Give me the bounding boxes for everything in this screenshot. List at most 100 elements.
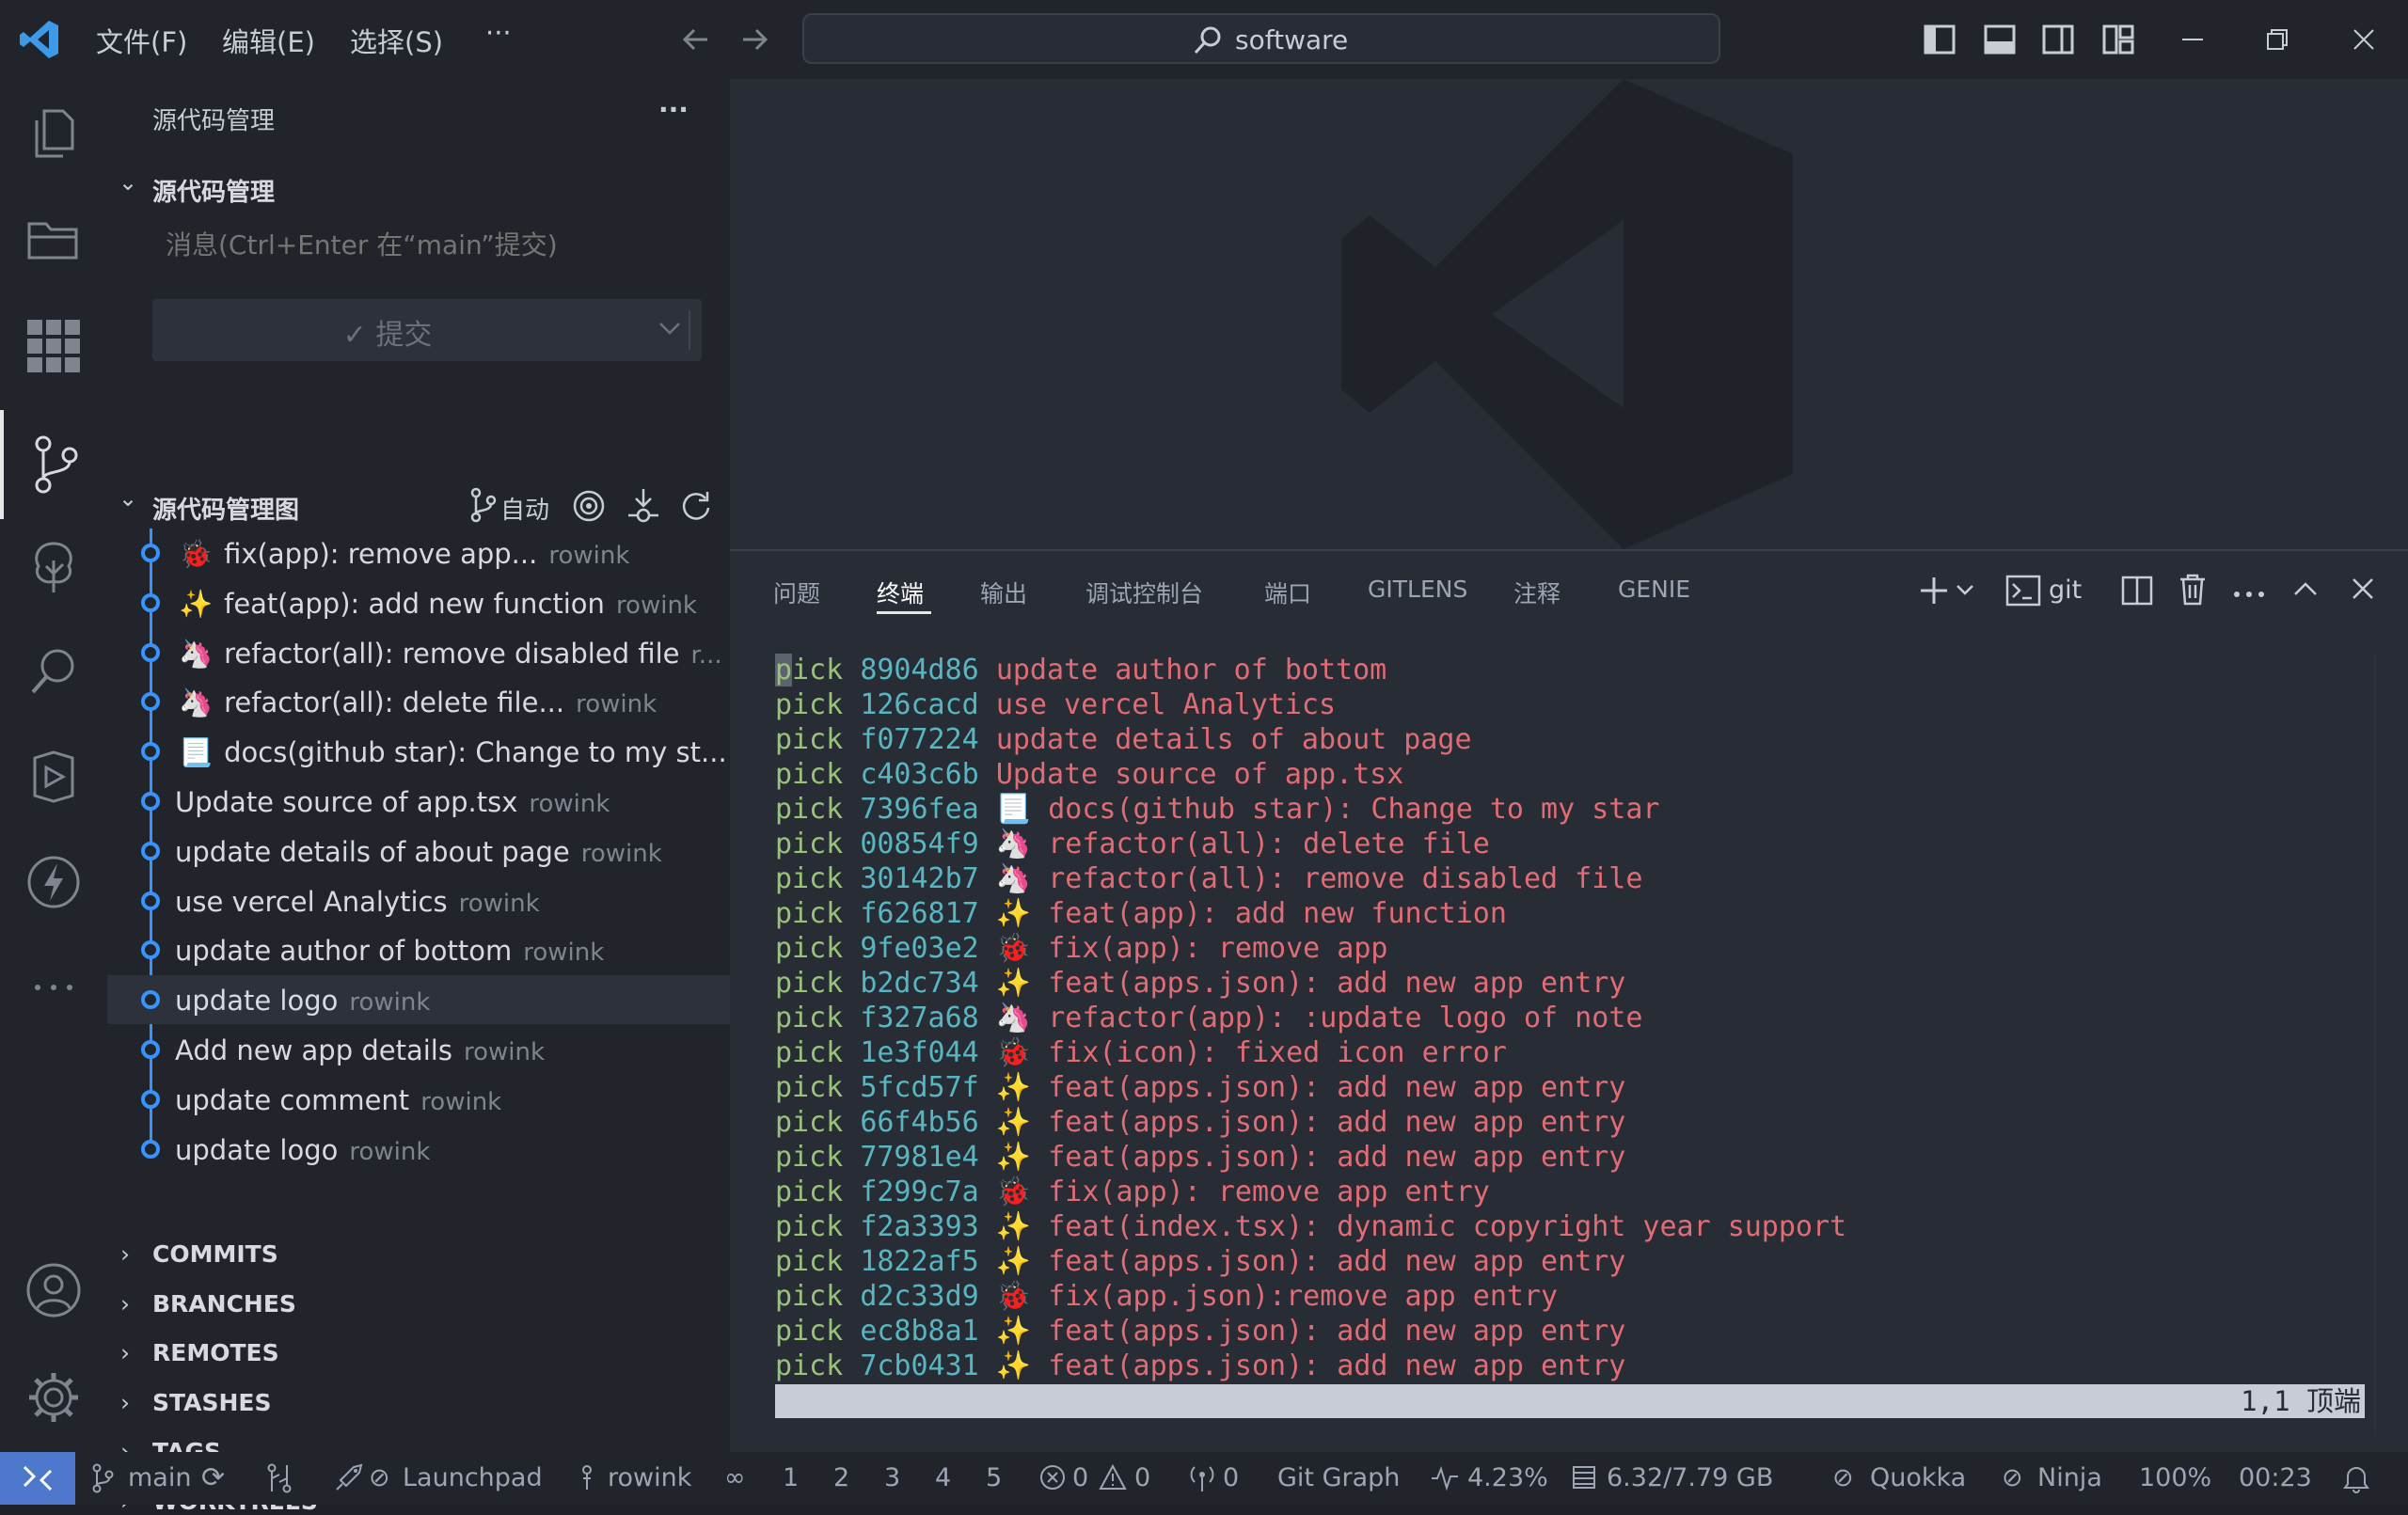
memory-usage[interactable]: 6.32/7.79 GB — [1607, 1463, 1773, 1492]
folders-icon[interactable] — [0, 194, 107, 284]
cpu-usage[interactable]: 4.23% — [1467, 1463, 1548, 1492]
menu-selection[interactable]: 选择(S) — [350, 21, 443, 60]
panel-tab[interactable]: 注释 — [1513, 576, 1560, 609]
commit-dropdown-chevron-icon[interactable] — [657, 318, 683, 344]
graph-commit-row[interactable]: ✨ feat(app): add new function rowink — [107, 578, 730, 627]
notifications-bell-icon[interactable] — [2342, 1463, 2370, 1500]
section-remotes[interactable]: › REMOTES — [120, 1339, 279, 1366]
rebase-command: pick — [775, 1315, 844, 1348]
scm-section-header[interactable]: ⌄ 源代码管理 — [107, 167, 730, 207]
command-center-search[interactable]: software — [802, 13, 1720, 64]
graph-commit-row[interactable]: Update source of app.tsx rowink — [107, 777, 730, 826]
workspace-4[interactable]: 4 — [935, 1463, 951, 1492]
commit-author: rowink — [615, 591, 697, 620]
terminal-name[interactable]: git — [2049, 576, 2082, 605]
graph-commit-row[interactable]: use vercel Analytics rowink — [107, 876, 730, 925]
zoom-level[interactable]: 100% — [2139, 1463, 2211, 1492]
workspace-5[interactable]: 5 — [986, 1463, 1002, 1492]
commit-button[interactable]: ✓ 提交 — [152, 299, 702, 361]
ports-count[interactable]: 0 — [1223, 1463, 1239, 1492]
menu-file[interactable]: 文件(F) — [96, 21, 187, 60]
close-panel-icon[interactable] — [2350, 576, 2376, 606]
section-branches[interactable]: › BRANCHES — [120, 1290, 296, 1318]
section-stashes[interactable]: › STASHES — [120, 1389, 271, 1416]
commit-author: r... — [690, 640, 722, 670]
fetch-icon[interactable] — [626, 487, 660, 529]
graph-commit-row[interactable]: update author of bottom rowink — [107, 925, 730, 974]
ninja-label[interactable]: Ninja — [2037, 1463, 2102, 1492]
terminal-output[interactable]: pick 8904d86 update author of bottom pick… — [775, 653, 1846, 1383]
accounts-icon[interactable] — [0, 1245, 107, 1335]
branch-name[interactable]: main — [128, 1463, 191, 1492]
maximize-panel-chevron-up-icon[interactable] — [2291, 577, 2320, 604]
commit-message-input[interactable] — [152, 218, 701, 271]
commit-message: 🦄 refactor(app): :update logo of note — [995, 1002, 1643, 1034]
graph-commit-row[interactable]: update comment rowink — [107, 1075, 730, 1124]
target-icon[interactable] — [572, 489, 606, 527]
toggle-panel-icon[interactable] — [1983, 23, 2017, 60]
panel-tab[interactable]: 端口 — [1264, 576, 1311, 609]
panel-more-icon[interactable] — [2233, 585, 2265, 603]
source-control-icon[interactable] — [0, 410, 107, 519]
quokka-label[interactable]: Quokka — [1870, 1463, 1966, 1492]
panel-tab[interactable]: 输出 — [980, 576, 1027, 609]
menu-more-icon[interactable]: ··· — [485, 17, 512, 49]
launchpad-label[interactable]: Launchpad — [403, 1463, 543, 1492]
toggle-secondary-sidebar-icon[interactable] — [2041, 23, 2075, 60]
settings-gear-icon[interactable] — [0, 1352, 107, 1443]
restore-window-icon[interactable] — [2263, 23, 2291, 60]
graph-commit-row[interactable]: update logo rowink — [107, 975, 730, 1025]
sidebar-more-actions-icon[interactable]: ··· — [658, 94, 689, 125]
close-window-icon[interactable] — [2350, 23, 2378, 60]
git-graph-label[interactable]: Git Graph — [1277, 1463, 1400, 1492]
extensions-grid-icon[interactable] — [0, 301, 107, 391]
gitlens-tree-icon[interactable] — [0, 521, 107, 611]
graph-commit-row[interactable]: 🦄 refactor(all): remove disabled file r... — [107, 628, 730, 677]
graph-section-header[interactable]: ⌄ 源代码管理图 自动 — [107, 483, 730, 525]
sync-icon[interactable]: ⟳ — [201, 1461, 225, 1494]
graph-commit-row[interactable]: 📃 docs(github star): Change to my st... — [107, 727, 730, 776]
toggle-primary-sidebar-icon[interactable] — [1923, 23, 1956, 60]
refresh-icon[interactable] — [679, 489, 713, 527]
graph-commit-row[interactable]: update details of about page rowink — [107, 827, 730, 876]
lightning-icon[interactable] — [0, 837, 107, 927]
kill-terminal-trash-icon[interactable] — [2177, 572, 2209, 611]
minimize-window-icon[interactable] — [2178, 23, 2207, 60]
user-name[interactable]: rowink — [608, 1463, 691, 1492]
section-commits[interactable]: › COMMITS — [120, 1240, 278, 1268]
forward-arrow-icon[interactable] — [737, 23, 771, 60]
graph-auto-label[interactable]: 自动 — [500, 491, 549, 526]
back-arrow-icon[interactable] — [679, 23, 713, 60]
customize-layout-icon[interactable] — [2101, 23, 2135, 60]
clock-time[interactable]: 00:23 — [2239, 1463, 2312, 1492]
terminal-scrollbar[interactable] — [2374, 655, 2408, 1435]
chevron-down-icon[interactable] — [1955, 581, 1975, 602]
graph-commit-row[interactable]: Add new app details rowink — [107, 1025, 730, 1074]
run-debug-icon[interactable] — [0, 732, 107, 822]
search-sidebar-icon[interactable] — [0, 626, 107, 717]
more-views-icon[interactable] — [0, 942, 107, 1033]
panel-tab[interactable]: GENIE — [1618, 576, 1690, 603]
branch-selector-icon[interactable] — [468, 487, 497, 527]
warning-count[interactable]: 0 — [1134, 1463, 1150, 1492]
remote-indicator[interactable] — [0, 1452, 75, 1505]
workspace-1[interactable]: 1 — [783, 1463, 799, 1492]
panel-tab[interactable]: 问题 — [773, 576, 820, 609]
workspace-3[interactable]: 3 — [884, 1463, 900, 1492]
new-terminal-plus-icon[interactable] — [1917, 574, 1951, 611]
panel-tab[interactable]: 终端 — [877, 576, 924, 609]
infinity-indicator[interactable]: ∞ — [724, 1463, 746, 1492]
graph-commit-row[interactable]: 🐞 fix(app): remove app... rowink — [107, 529, 730, 577]
graph-commit-row[interactable]: 🦄 refactor(all): delete file... rowink — [107, 677, 730, 726]
git-compare-icon[interactable] — [265, 1463, 293, 1500]
commit-author: rowink — [349, 988, 431, 1018]
rebase-command: pick — [775, 1280, 844, 1313]
chevron-right-icon: › — [120, 1289, 130, 1318]
error-count[interactable]: 0 — [1072, 1463, 1088, 1492]
panel-tab[interactable]: 调试控制台 — [1085, 576, 1203, 609]
split-terminal-icon[interactable] — [2120, 574, 2154, 611]
explorer-icon[interactable] — [0, 88, 107, 179]
menu-edit[interactable]: 编辑(E) — [222, 21, 315, 60]
panel-tab[interactable]: GITLENS — [1368, 576, 1467, 603]
workspace-2[interactable]: 2 — [833, 1463, 849, 1492]
